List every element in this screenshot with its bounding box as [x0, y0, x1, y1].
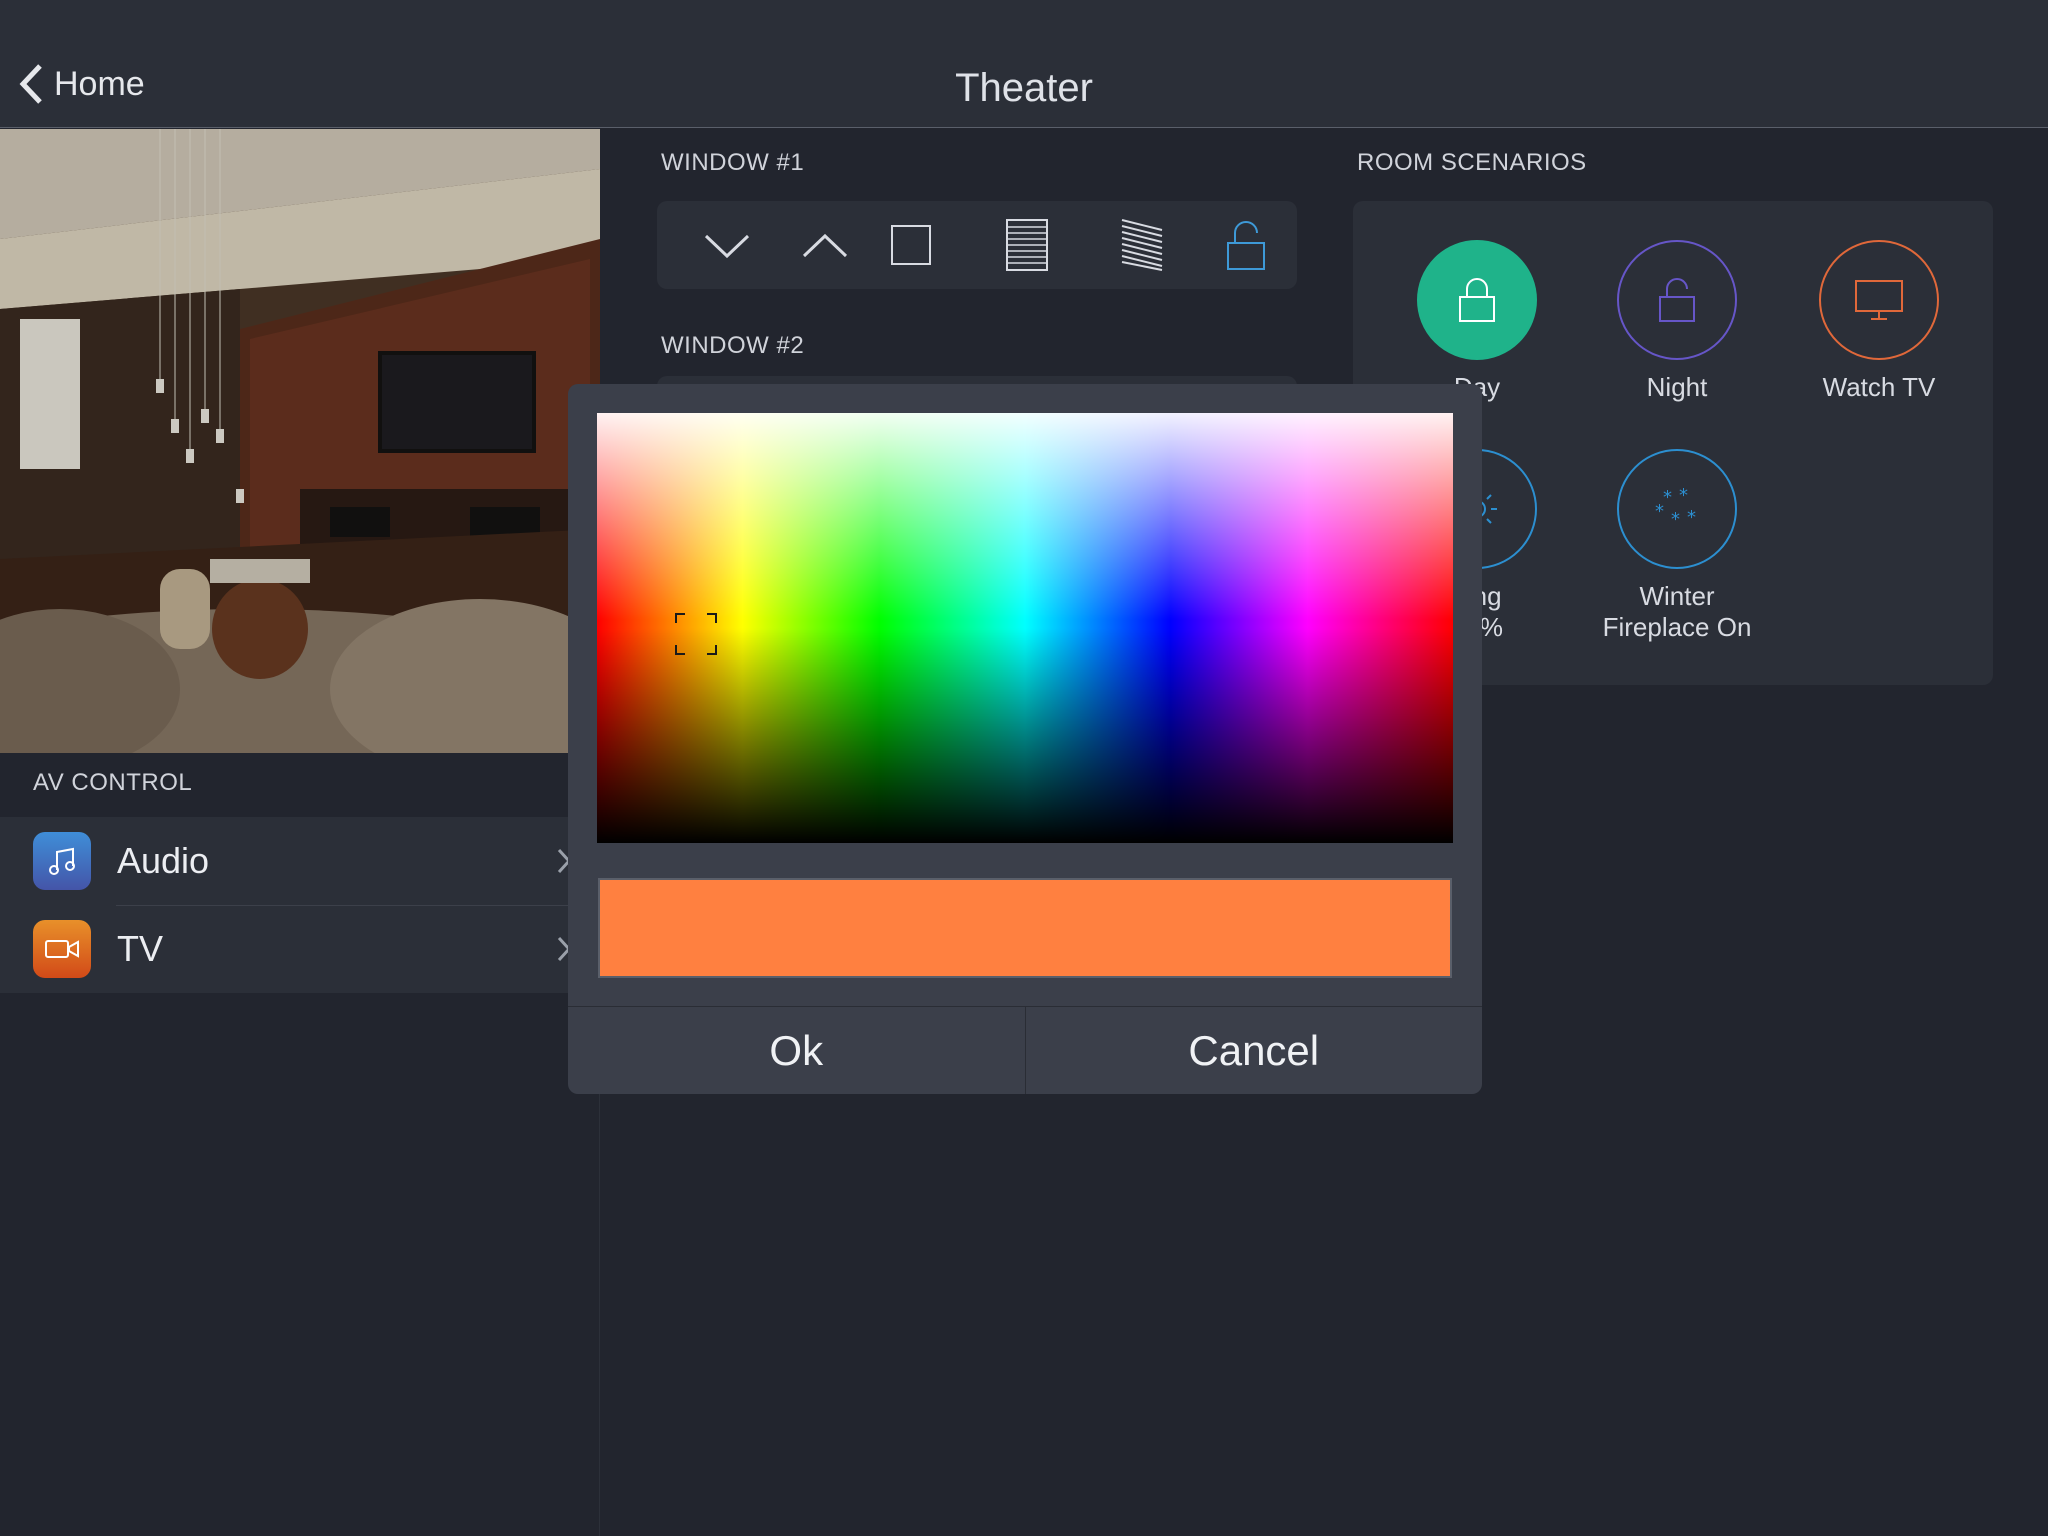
av-control-list: Audio TV — [0, 817, 600, 993]
blind-up-button[interactable] — [797, 219, 853, 271]
top-bar: Home Theater — [0, 0, 2048, 128]
blinds-closed-icon — [1006, 219, 1048, 271]
scenario-label: Winter Fireplace On — [1577, 581, 1777, 643]
video-camera-icon — [33, 920, 91, 978]
scenario-label: Night — [1646, 372, 1708, 402]
color-spectrum[interactable] — [597, 413, 1453, 843]
stop-square-icon — [891, 225, 931, 265]
av-item-tv[interactable]: TV — [0, 905, 600, 993]
svg-text:*: * — [1655, 501, 1664, 522]
music-note-icon — [33, 832, 91, 890]
svg-text:*: * — [1663, 487, 1672, 508]
blind-closed-button[interactable] — [999, 219, 1055, 271]
lock-icon — [1417, 240, 1537, 360]
blind-stop-button[interactable] — [883, 219, 939, 271]
selected-color-swatch — [598, 878, 1452, 978]
left-column: AV CONTROL Audio TV — [0, 129, 600, 1536]
window-1-label: WINDOW #1 — [661, 149, 805, 176]
svg-text:*: * — [1687, 507, 1696, 528]
scenario-watch-tv[interactable]: Watch TV — [1779, 240, 1979, 403]
window-1-controls — [657, 201, 1297, 289]
scenario-winter-fireplace[interactable]: * * * * * Winter Fireplace On — [1577, 449, 1777, 643]
scenario-day[interactable]: Day — [1377, 240, 1577, 403]
blinds-tilted-icon — [1121, 219, 1163, 271]
window-2-label: WINDOW #2 — [661, 332, 805, 359]
blind-down-button[interactable] — [699, 219, 755, 271]
av-item-label: Audio — [117, 840, 210, 881]
scenario-night[interactable]: Night — [1577, 240, 1777, 403]
svg-text:*: * — [1679, 485, 1688, 506]
room-photo — [0, 129, 600, 753]
scenario-label-line2: Fireplace On — [1602, 612, 1752, 642]
unlock-icon — [1227, 221, 1265, 270]
monitor-icon — [1819, 240, 1939, 360]
scenario-label: Watch TV — [1822, 372, 1936, 402]
unlock-icon — [1617, 240, 1737, 360]
color-picker-dialog: Ok Cancel — [568, 384, 1482, 1094]
av-item-audio[interactable]: Audio — [0, 817, 600, 905]
svg-text:*: * — [1671, 509, 1680, 530]
ok-button[interactable]: Ok — [568, 1007, 1025, 1094]
snowflake-icon: * * * * * — [1617, 449, 1737, 569]
picker-cursor-icon[interactable] — [675, 613, 717, 655]
dialog-buttons: Ok Cancel — [568, 1006, 1482, 1094]
chevron-down-icon — [704, 234, 750, 259]
unlock-button[interactable] — [1218, 219, 1274, 271]
cancel-button[interactable]: Cancel — [1024, 1007, 1483, 1094]
room-scenarios-heading: ROOM SCENARIOS — [1357, 149, 1587, 176]
blind-tilt-button[interactable] — [1114, 219, 1170, 271]
chevron-up-icon — [802, 233, 848, 258]
av-item-label: TV — [117, 928, 164, 969]
scenario-label-line1: Winter — [1639, 581, 1715, 611]
page-title: Theater — [955, 66, 1093, 110]
av-control-heading: AV CONTROL — [33, 769, 193, 796]
